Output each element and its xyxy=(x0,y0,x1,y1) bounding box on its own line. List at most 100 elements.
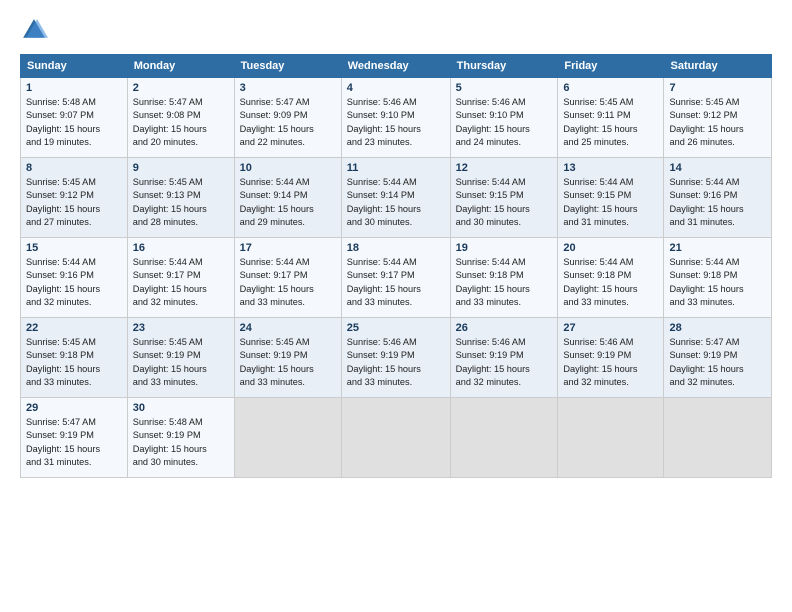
day-number: 16 xyxy=(133,242,229,254)
day-number: 22 xyxy=(26,322,122,334)
calendar-week-row: 15 Sunrise: 5:44 AM Sunset: 9:16 PM Dayli… xyxy=(21,238,772,318)
calendar-cell: 5 Sunrise: 5:46 AM Sunset: 9:10 PM Daylig… xyxy=(450,78,558,158)
header-day: Thursday xyxy=(450,55,558,78)
calendar-cell: 28Sunrise: 5:47 AM Sunset: 9:19 PM Dayli… xyxy=(664,318,772,398)
calendar-cell: 25 Sunrise: 5:46 AM Sunset: 9:19 PM Dayli… xyxy=(341,318,450,398)
header-day: Friday xyxy=(558,55,664,78)
calendar-cell: 22 Sunrise: 5:45 AM Sunset: 9:18 PM Dayli… xyxy=(21,318,128,398)
cell-details: Sunrise: 5:44 AM Sunset: 9:14 PM Dayligh… xyxy=(347,176,445,229)
calendar-cell: 16 Sunrise: 5:44 AM Sunset: 9:17 PM Dayli… xyxy=(127,238,234,318)
page: SundayMondayTuesdayWednesdayThursdayFrid… xyxy=(0,0,792,612)
day-number: 9 xyxy=(133,162,229,174)
calendar-cell: 18Sunrise: 5:44 AM Sunset: 9:17 PM Dayli… xyxy=(341,238,450,318)
cell-details: Sunrise: 5:45 AM Sunset: 9:12 PM Dayligh… xyxy=(26,176,122,229)
day-number: 15 xyxy=(26,242,122,254)
cell-details: Sunrise: 5:44 AM Sunset: 9:18 PM Dayligh… xyxy=(669,256,766,309)
calendar-header: SundayMondayTuesdayWednesdayThursdayFrid… xyxy=(21,55,772,78)
day-number: 29 xyxy=(26,402,122,414)
day-number: 26 xyxy=(456,322,553,334)
calendar-cell: 10 Sunrise: 5:44 AM Sunset: 9:14 PM Dayli… xyxy=(234,158,341,238)
calendar-week-row: 8 Sunrise: 5:45 AM Sunset: 9:12 PM Daylig… xyxy=(21,158,772,238)
header-day: Sunday xyxy=(21,55,128,78)
calendar: SundayMondayTuesdayWednesdayThursdayFrid… xyxy=(20,54,772,478)
logo xyxy=(20,16,52,44)
day-number: 7 xyxy=(669,82,766,94)
cell-details: Sunrise: 5:47 AM Sunset: 9:19 PM Dayligh… xyxy=(26,416,122,469)
day-number: 8 xyxy=(26,162,122,174)
calendar-cell: 11 Sunrise: 5:44 AM Sunset: 9:14 PM Dayli… xyxy=(341,158,450,238)
day-number: 6 xyxy=(563,82,658,94)
calendar-cell: 9 Sunrise: 5:45 AM Sunset: 9:13 PM Daylig… xyxy=(127,158,234,238)
calendar-cell: 26 Sunrise: 5:46 AM Sunset: 9:19 PM Dayli… xyxy=(450,318,558,398)
cell-details: Sunrise: 5:48 AM Sunset: 9:07 PM Dayligh… xyxy=(26,96,122,149)
day-number: 27 xyxy=(563,322,658,334)
day-number: 14 xyxy=(669,162,766,174)
cell-details: Sunrise: 5:44 AM Sunset: 9:18 PM Dayligh… xyxy=(563,256,658,309)
calendar-cell: 19 Sunrise: 5:44 AM Sunset: 9:18 PM Dayli… xyxy=(450,238,558,318)
day-number: 19 xyxy=(456,242,553,254)
calendar-cell: 7 Sunrise: 5:45 AM Sunset: 9:12 PM Daylig… xyxy=(664,78,772,158)
logo-icon xyxy=(20,16,48,44)
cell-details: Sunrise: 5:45 AM Sunset: 9:11 PM Dayligh… xyxy=(563,96,658,149)
calendar-cell: 15 Sunrise: 5:44 AM Sunset: 9:16 PM Dayli… xyxy=(21,238,128,318)
cell-details: Sunrise: 5:44 AM Sunset: 9:14 PM Dayligh… xyxy=(240,176,336,229)
cell-details: Sunrise: 5:47 AM Sunset: 9:08 PM Dayligh… xyxy=(133,96,229,149)
day-number: 11 xyxy=(347,162,445,174)
cell-details: Sunrise: 5:46 AM Sunset: 9:10 PM Dayligh… xyxy=(456,96,553,149)
day-number: 12 xyxy=(456,162,553,174)
day-number: 24 xyxy=(240,322,336,334)
day-number: 3 xyxy=(240,82,336,94)
calendar-cell: 3Sunrise: 5:47 AM Sunset: 9:09 PM Daylig… xyxy=(234,78,341,158)
header-day: Wednesday xyxy=(341,55,450,78)
calendar-cell: 1 Sunrise: 5:48 AM Sunset: 9:07 PM Daylig… xyxy=(21,78,128,158)
calendar-cell: 27 Sunrise: 5:46 AM Sunset: 9:19 PM Dayli… xyxy=(558,318,664,398)
calendar-cell: 17 Sunrise: 5:44 AM Sunset: 9:17 PM Dayli… xyxy=(234,238,341,318)
calendar-cell: 29 Sunrise: 5:47 AM Sunset: 9:19 PM Dayli… xyxy=(21,398,128,478)
cell-details: Sunrise: 5:44 AM Sunset: 9:16 PM Dayligh… xyxy=(26,256,122,309)
calendar-week-row: 29 Sunrise: 5:47 AM Sunset: 9:19 PM Dayli… xyxy=(21,398,772,478)
cell-details: Sunrise: 5:44 AM Sunset: 9:16 PM Dayligh… xyxy=(669,176,766,229)
header xyxy=(20,16,772,44)
cell-details: Sunrise: 5:44 AM Sunset: 9:17 PM Dayligh… xyxy=(133,256,229,309)
cell-details: Sunrise: 5:45 AM Sunset: 9:18 PM Dayligh… xyxy=(26,336,122,389)
calendar-cell xyxy=(234,398,341,478)
calendar-week-row: 22 Sunrise: 5:45 AM Sunset: 9:18 PM Dayli… xyxy=(21,318,772,398)
calendar-cell: 2 Sunrise: 5:47 AM Sunset: 9:08 PM Daylig… xyxy=(127,78,234,158)
header-day: Saturday xyxy=(664,55,772,78)
calendar-week-row: 1 Sunrise: 5:48 AM Sunset: 9:07 PM Daylig… xyxy=(21,78,772,158)
calendar-body: 1 Sunrise: 5:48 AM Sunset: 9:07 PM Daylig… xyxy=(21,78,772,478)
cell-details: Sunrise: 5:44 AM Sunset: 9:18 PM Dayligh… xyxy=(456,256,553,309)
cell-details: Sunrise: 5:45 AM Sunset: 9:19 PM Dayligh… xyxy=(240,336,336,389)
cell-details: Sunrise: 5:47 AM Sunset: 9:19 PM Dayligh… xyxy=(669,336,766,389)
cell-details: Sunrise: 5:45 AM Sunset: 9:19 PM Dayligh… xyxy=(133,336,229,389)
cell-details: Sunrise: 5:44 AM Sunset: 9:17 PM Dayligh… xyxy=(240,256,336,309)
cell-details: Sunrise: 5:46 AM Sunset: 9:10 PM Dayligh… xyxy=(347,96,445,149)
day-number: 20 xyxy=(563,242,658,254)
day-number: 13 xyxy=(563,162,658,174)
calendar-cell: 6 Sunrise: 5:45 AM Sunset: 9:11 PM Daylig… xyxy=(558,78,664,158)
cell-details: Sunrise: 5:46 AM Sunset: 9:19 PM Dayligh… xyxy=(456,336,553,389)
calendar-cell: 14 Sunrise: 5:44 AM Sunset: 9:16 PM Dayli… xyxy=(664,158,772,238)
day-number: 4 xyxy=(347,82,445,94)
cell-details: Sunrise: 5:46 AM Sunset: 9:19 PM Dayligh… xyxy=(347,336,445,389)
cell-details: Sunrise: 5:44 AM Sunset: 9:15 PM Dayligh… xyxy=(456,176,553,229)
calendar-cell xyxy=(341,398,450,478)
day-number: 2 xyxy=(133,82,229,94)
calendar-cell xyxy=(664,398,772,478)
cell-details: Sunrise: 5:44 AM Sunset: 9:15 PM Dayligh… xyxy=(563,176,658,229)
calendar-cell: 30Sunrise: 5:48 AM Sunset: 9:19 PM Dayli… xyxy=(127,398,234,478)
calendar-cell: 20 Sunrise: 5:44 AM Sunset: 9:18 PM Dayli… xyxy=(558,238,664,318)
cell-details: Sunrise: 5:45 AM Sunset: 9:12 PM Dayligh… xyxy=(669,96,766,149)
calendar-cell xyxy=(558,398,664,478)
day-number: 10 xyxy=(240,162,336,174)
cell-details: Sunrise: 5:46 AM Sunset: 9:19 PM Dayligh… xyxy=(563,336,658,389)
calendar-cell: 4 Sunrise: 5:46 AM Sunset: 9:10 PM Daylig… xyxy=(341,78,450,158)
day-number: 1 xyxy=(26,82,122,94)
day-number: 17 xyxy=(240,242,336,254)
cell-details: Sunrise: 5:45 AM Sunset: 9:13 PM Dayligh… xyxy=(133,176,229,229)
day-number: 25 xyxy=(347,322,445,334)
calendar-cell: 12 Sunrise: 5:44 AM Sunset: 9:15 PM Dayli… xyxy=(450,158,558,238)
day-number: 21 xyxy=(669,242,766,254)
day-number: 18 xyxy=(347,242,445,254)
day-number: 5 xyxy=(456,82,553,94)
